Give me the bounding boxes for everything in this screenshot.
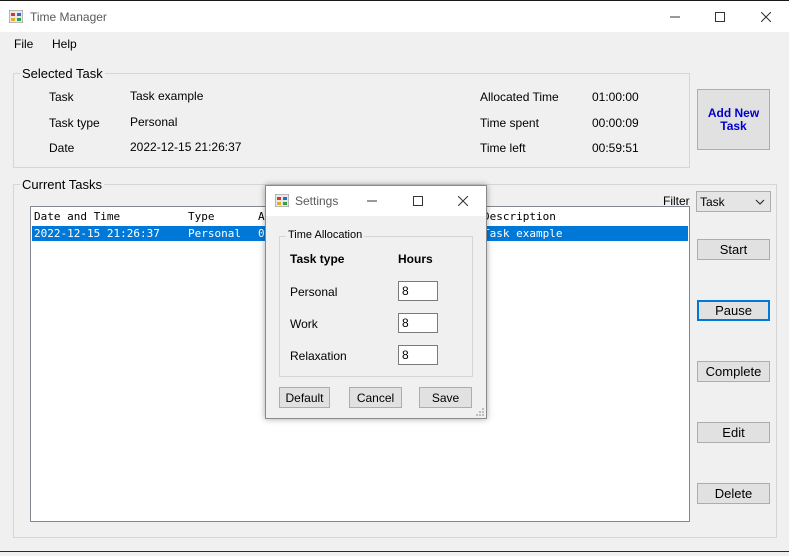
filter-dropdown[interactable]: Task bbox=[696, 191, 771, 212]
minimize-icon bbox=[367, 200, 377, 202]
task-type-label: Task type bbox=[49, 116, 100, 130]
time-left-label: Time left bbox=[480, 141, 526, 155]
minimize-icon bbox=[670, 16, 680, 18]
time-allocation-title: Time Allocation bbox=[286, 229, 365, 241]
close-icon bbox=[458, 196, 468, 206]
start-button[interactable]: Start bbox=[697, 239, 770, 260]
title-bar: Time Manager bbox=[0, 0, 789, 32]
settings-title-bar: Settings bbox=[266, 186, 486, 216]
time-spent-value: 00:00:09 bbox=[592, 116, 639, 130]
edit-button[interactable]: Edit bbox=[697, 422, 770, 443]
relaxation-hours-input[interactable]: 8 bbox=[398, 345, 438, 365]
allocated-time-value: 01:00:00 bbox=[592, 90, 639, 104]
settings-minimize-button[interactable] bbox=[355, 186, 389, 216]
work-label: Work bbox=[290, 317, 318, 331]
app-icon bbox=[275, 194, 289, 207]
add-new-task-button[interactable]: Add New Task bbox=[697, 89, 770, 150]
task-label: Task bbox=[49, 90, 74, 104]
task-type-value: Personal bbox=[130, 115, 178, 129]
task-value: Task example bbox=[130, 89, 204, 103]
save-button[interactable]: Save bbox=[419, 387, 472, 408]
menu-file[interactable]: File bbox=[14, 37, 33, 51]
time-spent-label: Time spent bbox=[480, 116, 539, 130]
menu-help[interactable]: Help bbox=[52, 37, 77, 51]
allocated-time-label: Allocated Time bbox=[480, 90, 559, 104]
row-a: 0 bbox=[258, 227, 265, 240]
column-description[interactable]: Description bbox=[483, 210, 556, 223]
close-icon bbox=[761, 12, 771, 22]
personal-hours-input[interactable]: 8 bbox=[398, 281, 438, 301]
settings-maximize-button[interactable] bbox=[401, 186, 435, 216]
row-description: Task example bbox=[483, 227, 563, 240]
maximize-icon bbox=[715, 12, 725, 22]
maximize-button[interactable] bbox=[697, 1, 743, 33]
date-label: Date bbox=[49, 141, 75, 155]
selected-task-group bbox=[13, 73, 690, 168]
chevron-down-icon bbox=[755, 199, 765, 205]
personal-label: Personal bbox=[290, 285, 338, 299]
settings-title: Settings bbox=[295, 194, 339, 208]
window-bottom-border bbox=[0, 551, 789, 552]
delete-button[interactable]: Delete bbox=[697, 483, 770, 504]
resize-grip-icon[interactable] bbox=[475, 407, 485, 417]
col-task-type-header: Task type bbox=[290, 252, 345, 266]
complete-button[interactable]: Complete bbox=[697, 361, 770, 382]
settings-dialog: Settings Time Allocation Task type Hours… bbox=[265, 185, 487, 419]
settings-close-button[interactable] bbox=[446, 186, 480, 216]
menu-bar: File Help bbox=[0, 32, 789, 56]
time-left-value: 00:59:51 bbox=[592, 141, 639, 155]
default-button[interactable]: Default bbox=[279, 387, 330, 408]
row-date: 2022-12-15 21:26:37 bbox=[34, 227, 160, 240]
window-title: Time Manager bbox=[30, 10, 107, 24]
pause-button[interactable]: Pause bbox=[697, 300, 770, 321]
selected-task-title: Selected Task bbox=[20, 66, 105, 81]
row-type: Personal bbox=[188, 227, 241, 240]
maximize-icon bbox=[413, 196, 423, 206]
relaxation-label: Relaxation bbox=[290, 349, 347, 363]
column-date[interactable]: Date and Time bbox=[34, 210, 120, 223]
current-tasks-title: Current Tasks bbox=[20, 177, 104, 192]
add-task-line2: Task bbox=[720, 118, 747, 133]
col-hours-header: Hours bbox=[398, 252, 433, 266]
column-type[interactable]: Type bbox=[188, 210, 215, 223]
cancel-button[interactable]: Cancel bbox=[349, 387, 402, 408]
app-icon bbox=[9, 10, 23, 23]
close-button[interactable] bbox=[743, 1, 789, 33]
add-task-line1: Add New bbox=[707, 105, 760, 120]
minimize-button[interactable] bbox=[652, 1, 698, 33]
column-a[interactable]: A bbox=[258, 210, 265, 223]
date-value: 2022-12-15 21:26:37 bbox=[130, 140, 242, 154]
filter-value: Task bbox=[700, 195, 725, 209]
work-hours-input[interactable]: 8 bbox=[398, 313, 438, 333]
